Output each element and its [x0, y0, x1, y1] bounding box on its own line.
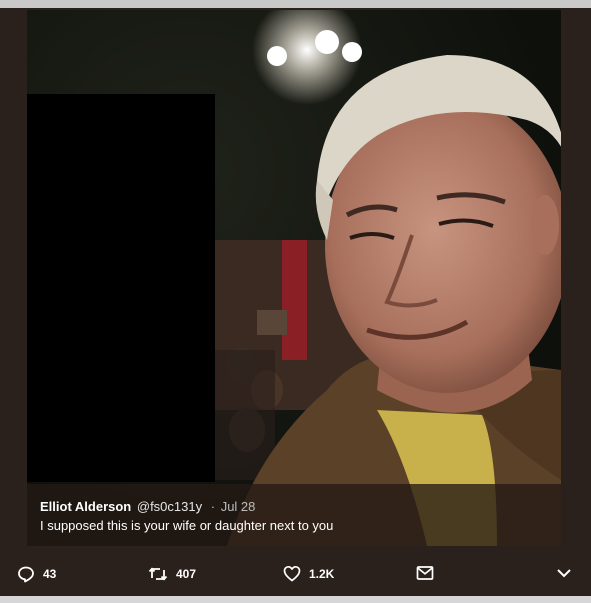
retweet-icon: [148, 565, 168, 583]
author-name[interactable]: Elliot Alderson: [40, 499, 131, 514]
heart-icon: [283, 565, 301, 582]
tweet-caption: Elliot Alderson @fs0c131y · Jul 28 I sup…: [27, 484, 561, 546]
tweet-date[interactable]: Jul 28: [221, 499, 256, 514]
mail-icon: [416, 565, 434, 581]
retweet-button[interactable]: 407: [148, 565, 196, 583]
tweet-media[interactable]: Elliot Alderson @fs0c131y · Jul 28 I sup…: [27, 10, 561, 546]
tweet-header: Elliot Alderson @fs0c131y · Jul 28: [40, 499, 255, 514]
like-count: 1.2K: [309, 566, 335, 581]
chevron-down-icon: [555, 565, 573, 581]
more-options-button[interactable]: [555, 565, 573, 581]
reply-button[interactable]: 43: [17, 565, 56, 583]
tweet-actions: 43 407 1.2K: [0, 556, 591, 596]
separator-dot: ·: [210, 499, 216, 514]
author-handle[interactable]: @fs0c131y: [137, 499, 202, 514]
retweet-count: 407: [176, 567, 197, 581]
redaction-block: [27, 94, 215, 482]
reply-count: 43: [43, 567, 57, 581]
reply-icon: [17, 565, 35, 583]
window-top-edge: [0, 0, 591, 8]
tweet-text: I supposed this is your wife or daughter…: [40, 518, 334, 533]
page-below-edge: [0, 596, 591, 603]
direct-message-button[interactable]: [416, 565, 434, 581]
like-button[interactable]: 1.2K: [283, 565, 334, 582]
